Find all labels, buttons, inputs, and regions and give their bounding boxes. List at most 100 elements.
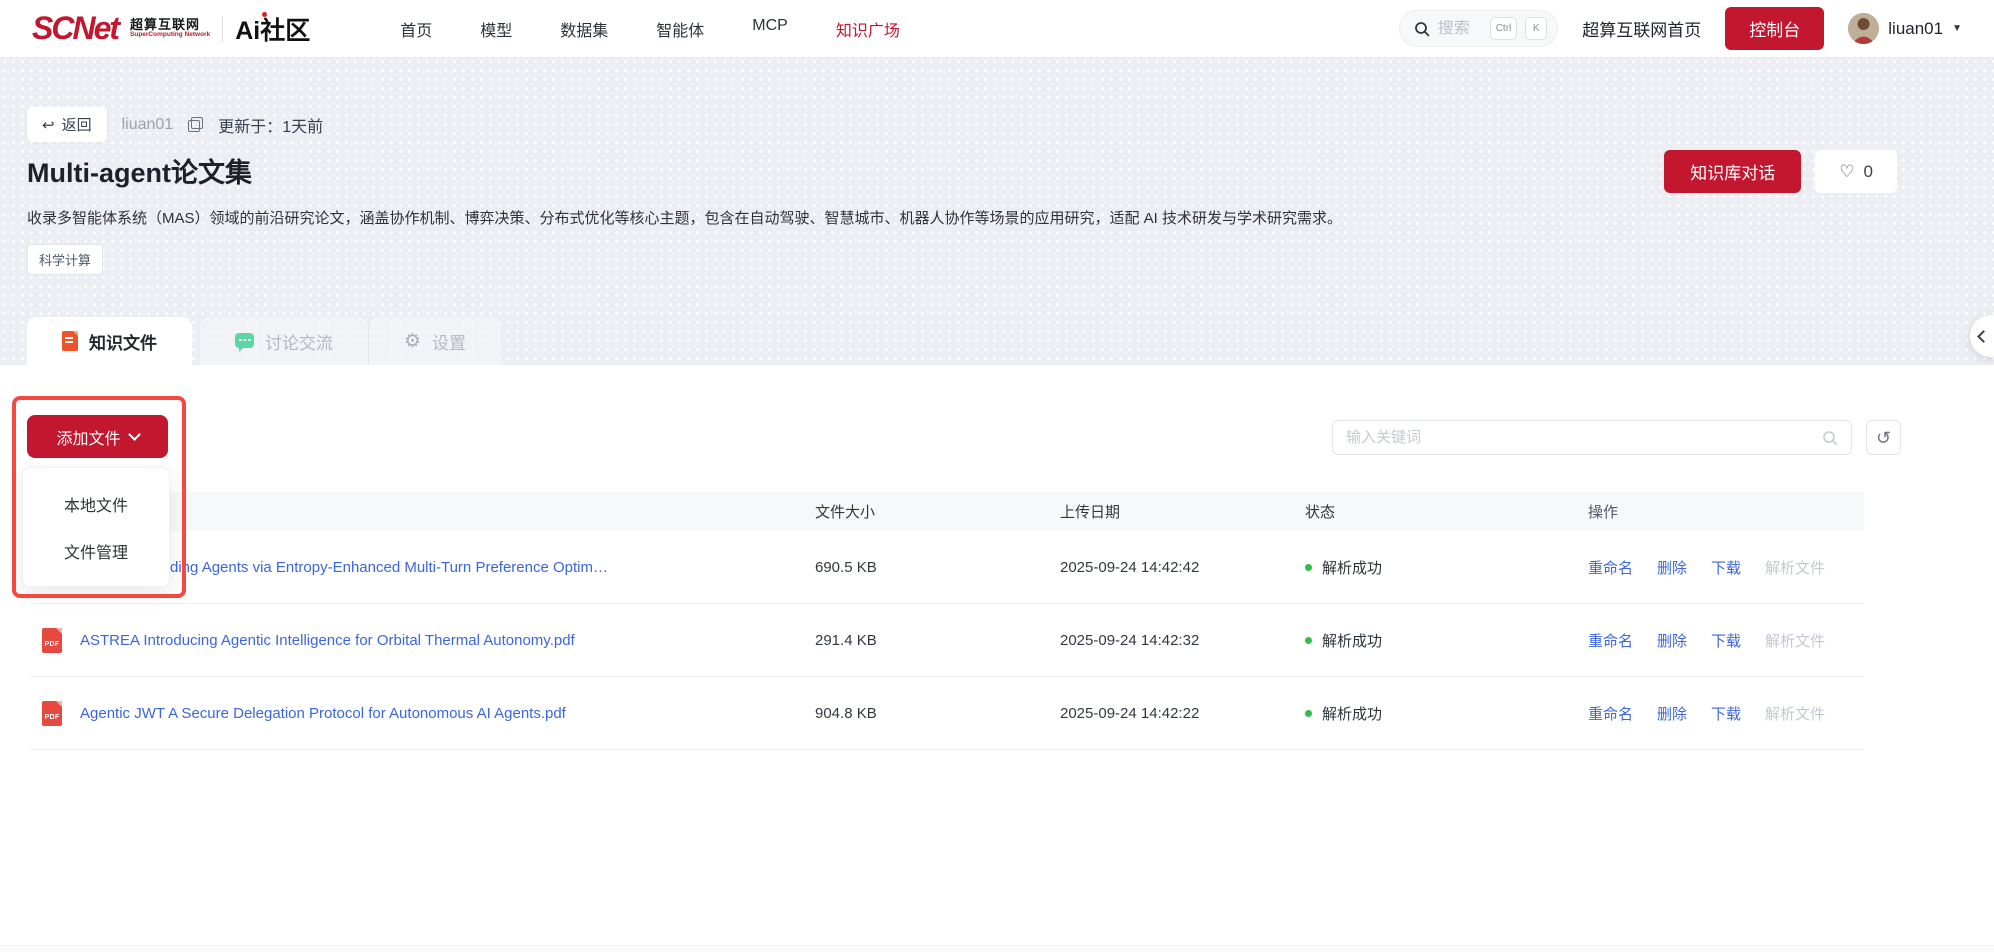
- dropdown-item-local-file[interactable]: 本地文件: [23, 480, 169, 527]
- like-count: 0: [1864, 162, 1873, 182]
- chevron-left-icon: [1977, 330, 1990, 343]
- nav-item-mcp[interactable]: MCP: [752, 17, 788, 41]
- header-actions: 操作: [1588, 501, 1864, 522]
- refresh-icon: ↺: [1876, 429, 1891, 447]
- chevron-down-icon: [128, 428, 141, 441]
- user-menu[interactable]: liuan01 ▼: [1848, 13, 1962, 44]
- pdf-icon: [42, 628, 62, 653]
- heart-icon: ♡: [1839, 163, 1854, 180]
- file-size: 904.8 KB: [815, 705, 1060, 722]
- header-status: 状态: [1305, 501, 1588, 522]
- nav-item-models[interactable]: 模型: [480, 17, 512, 41]
- table-row: Agentic JWT A Secure Delegation Protocol…: [30, 677, 1864, 750]
- download-action[interactable]: 下载: [1711, 703, 1741, 724]
- category-tag: 科学计算: [27, 244, 103, 275]
- keyword-search[interactable]: [1332, 420, 1852, 455]
- k-key-badge: K: [1525, 17, 1547, 40]
- knowledge-chat-button[interactable]: 知识库对话: [1664, 150, 1801, 193]
- global-search-input[interactable]: [1438, 20, 1482, 38]
- upload-date: 2025-09-24 14:42:42: [1060, 559, 1305, 576]
- knowledge-base-header: ↩ 返回 liuan01 更新于：1天前 Multi-agent论文集 知识库对…: [0, 57, 1994, 365]
- status-badge: 解析成功: [1305, 703, 1588, 724]
- parse-action: 解析文件: [1765, 630, 1825, 651]
- table-row: ASTREA Introducing Agentic Intelligence …: [30, 604, 1864, 677]
- ai-logo-dot: [262, 12, 267, 17]
- upload-date: 2025-09-24 14:42:22: [1060, 705, 1305, 722]
- parse-action: 解析文件: [1765, 557, 1825, 578]
- nav-item-datasets[interactable]: 数据集: [560, 17, 608, 41]
- page-title: Multi-agent论文集: [27, 151, 252, 190]
- download-action[interactable]: 下载: [1711, 557, 1741, 578]
- rename-action[interactable]: 重命名: [1588, 703, 1633, 724]
- scnet-logo[interactable]: SCNet 超算互联网 SuperComputing Network: [32, 10, 210, 47]
- rename-action[interactable]: 重命名: [1588, 557, 1633, 578]
- scnet-logo-subtitle: 超算互联网 SuperComputing Network: [130, 18, 210, 38]
- tab-discussion[interactable]: 讨论交流: [200, 317, 368, 365]
- nav-item-knowledge-plaza[interactable]: 知识广场: [836, 17, 900, 41]
- scnet-logo-text: SCNet: [32, 10, 118, 47]
- like-button[interactable]: ♡ 0: [1815, 150, 1897, 193]
- avatar-image: [1848, 13, 1879, 44]
- tab-knowledge-files[interactable]: 知识文件: [27, 317, 192, 365]
- delete-action[interactable]: 删除: [1657, 557, 1687, 578]
- logo-divider: [222, 16, 223, 42]
- status-dot: [1305, 637, 1312, 644]
- search-icon: [1822, 430, 1838, 446]
- tab-bar: 知识文件 讨论交流 ⚙ 设置: [27, 317, 501, 365]
- owner-name: liuan01: [122, 116, 174, 134]
- pdf-icon: [42, 701, 62, 726]
- header-actions: 知识库对话 ♡ 0: [1664, 150, 1897, 193]
- parse-action: 解析文件: [1765, 703, 1825, 724]
- ai-community-logo[interactable]: Ai社区: [235, 11, 310, 47]
- file-link[interactable]: ding Agents via Entropy-Enhanced Multi-T…: [170, 559, 608, 576]
- global-search[interactable]: Ctrl K: [1399, 10, 1559, 47]
- back-button[interactable]: ↩ 返回: [27, 107, 107, 142]
- nav-item-home[interactable]: 首页: [400, 17, 432, 41]
- console-button[interactable]: 控制台: [1725, 7, 1824, 50]
- file-size: 291.4 KB: [815, 632, 1060, 649]
- navbar-right: Ctrl K 超算互联网首页 控制台 liuan01 ▼: [1399, 7, 1962, 50]
- navbar: SCNet 超算互联网 SuperComputing Network Ai社区 …: [0, 0, 1994, 57]
- files-table: 文件大小 上传日期 状态 操作 ding Agents via Entropy-…: [30, 492, 1864, 750]
- portal-home-link[interactable]: 超算互联网首页: [1582, 16, 1701, 41]
- status-badge: 解析成功: [1305, 630, 1588, 651]
- nav-item-agents[interactable]: 智能体: [656, 17, 704, 41]
- chat-icon: [235, 333, 254, 348]
- delete-action[interactable]: 删除: [1657, 630, 1687, 651]
- add-file-button[interactable]: 添加文件: [27, 415, 168, 458]
- status-dot: [1305, 564, 1312, 571]
- delete-action[interactable]: 删除: [1657, 703, 1687, 724]
- upload-date: 2025-09-24 14:42:32: [1060, 632, 1305, 649]
- download-action[interactable]: 下载: [1711, 630, 1741, 651]
- add-file-dropdown: 本地文件 文件管理: [22, 467, 170, 587]
- user-name: liuan01: [1888, 19, 1943, 39]
- table-header: 文件大小 上传日期 状态 操作: [30, 492, 1864, 531]
- ctrl-key-badge: Ctrl: [1490, 17, 1518, 40]
- chevron-down-icon: ▼: [1952, 23, 1962, 34]
- tab-settings[interactable]: ⚙ 设置: [368, 317, 501, 365]
- gear-icon: ⚙: [404, 332, 421, 351]
- document-icon: [62, 331, 78, 351]
- status-dot: [1305, 710, 1312, 717]
- footer-strip: [0, 945, 1994, 952]
- dropdown-item-file-manage[interactable]: 文件管理: [23, 527, 169, 574]
- refresh-button[interactable]: ↺: [1866, 420, 1901, 455]
- knowledge-files-panel: 添加文件 ↺ 文件大小 上传日期 状态 操作 ding Agents via E…: [0, 365, 1994, 952]
- rename-action[interactable]: 重命名: [1588, 630, 1633, 651]
- header-filesize: 文件大小: [815, 501, 1060, 522]
- back-arrow-icon: ↩: [42, 116, 55, 134]
- main-nav: 首页 模型 数据集 智能体 MCP 知识广场: [400, 17, 900, 41]
- search-icon: [1414, 21, 1430, 37]
- description: 收录多智能体系统（MAS）领域的前沿研究论文，涵盖协作机制、博弈决策、分布式优化…: [27, 207, 1904, 228]
- copy-icon[interactable]: [188, 117, 203, 132]
- avatar: [1848, 13, 1879, 44]
- file-link[interactable]: Agentic JWT A Secure Delegation Protocol…: [80, 705, 566, 722]
- file-size: 690.5 KB: [815, 559, 1060, 576]
- updated-time: 更新于：1天前: [218, 113, 323, 137]
- table-row: ding Agents via Entropy-Enhanced Multi-T…: [30, 531, 1864, 604]
- header-upload-date: 上传日期: [1060, 501, 1305, 522]
- keyword-search-input[interactable]: [1346, 429, 1822, 446]
- status-badge: 解析成功: [1305, 557, 1588, 578]
- file-link[interactable]: ASTREA Introducing Agentic Intelligence …: [80, 632, 575, 649]
- breadcrumb: ↩ 返回 liuan01 更新于：1天前: [27, 107, 323, 142]
